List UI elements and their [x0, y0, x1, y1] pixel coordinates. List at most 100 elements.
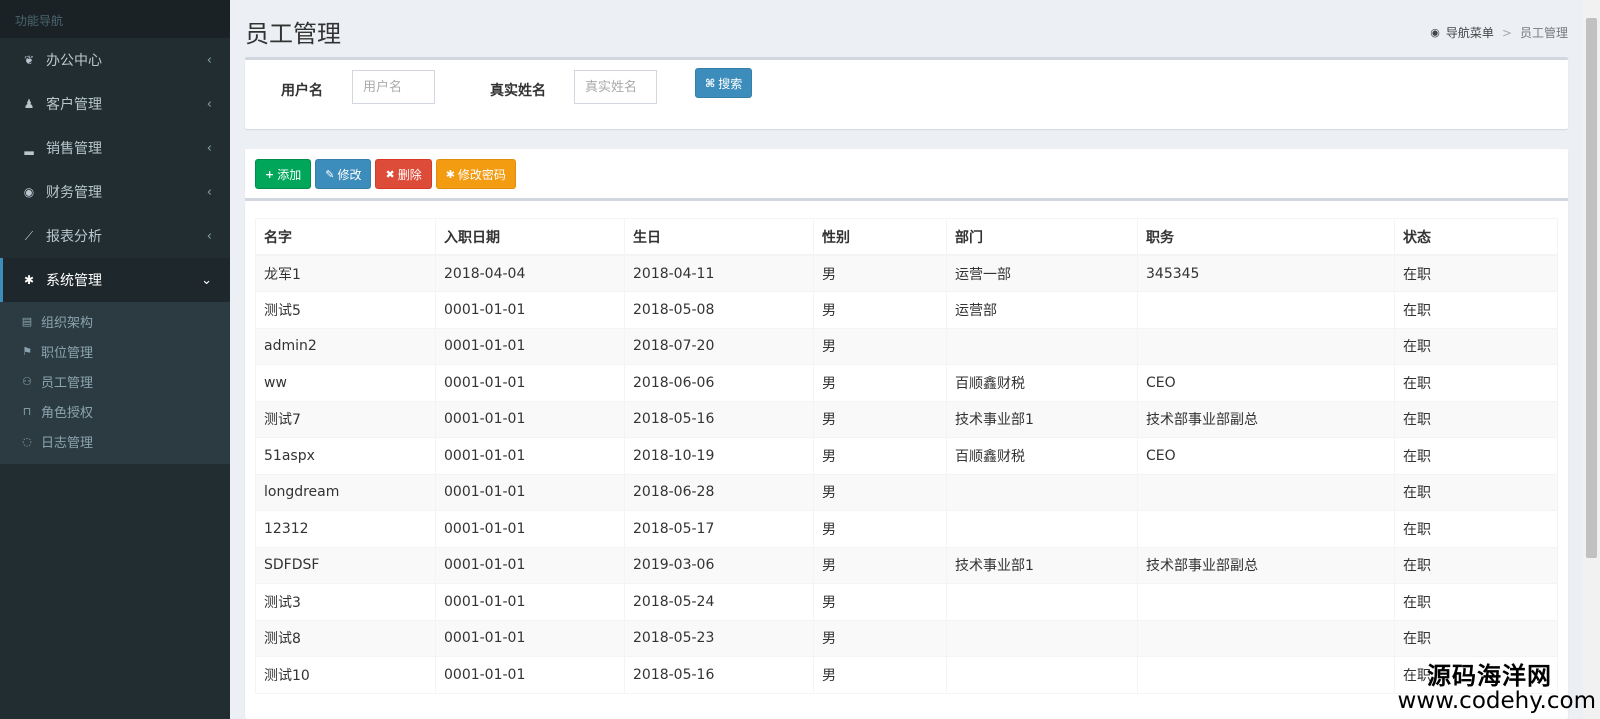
table-row[interactable]: SDFDSF 0001-01-01 2019-03-06 男技术事业部1 技术部事业部副…	[255, 546, 1558, 584]
table-row[interactable]: 测试3 0001-01-01 2018-05-24 男 在职	[255, 583, 1558, 621]
table-cell: 运营一部	[946, 254, 1138, 292]
table-cell: 男	[813, 437, 947, 475]
line-chart-icon: ⟋	[24, 228, 34, 243]
table-cell: 技术部事业部副总	[1137, 546, 1395, 584]
chevron-icon: ‹	[206, 184, 212, 200]
plus-icon: +	[265, 167, 275, 181]
table-cell: 2018-05-24	[624, 583, 814, 621]
table-cell	[1137, 619, 1395, 657]
table-row[interactable]: ww 0001-01-01 2018-06-06 男百顺鑫财税 CEO 在职	[255, 364, 1558, 402]
search-button-label: 搜索	[718, 76, 743, 91]
breadcrumb-root-link[interactable]: 导航菜单	[1446, 24, 1494, 41]
page-scrollbar[interactable]	[1583, 0, 1600, 719]
comment-icon: ◌	[22, 434, 32, 448]
table-row[interactable]: 测试7 0001-01-01 2018-05-16 男技术事业部1 技术部事业部副总 在职	[255, 400, 1558, 438]
submenu-item-1[interactable]: ⚑ 职位管理	[0, 336, 230, 366]
close-icon: ✖	[385, 167, 395, 181]
sidebar-item-1[interactable]: ♟ 客户管理 ‹	[0, 82, 230, 126]
table-cell: 男	[813, 656, 947, 694]
sidebar-item-4[interactable]: ⟋ 报表分析 ‹	[0, 214, 230, 258]
table-cell: 12312	[255, 510, 436, 548]
table-cell: 在职	[1394, 510, 1558, 548]
submenu-item-label: 日志管理	[41, 435, 94, 451]
table-cell	[1137, 583, 1395, 621]
chevron-icon: ‹	[206, 52, 212, 68]
add-button[interactable]: + 添加	[255, 159, 312, 189]
delete-button[interactable]: ✖ 删除	[375, 159, 432, 189]
table-row[interactable]: 测试10 0001-01-01 2018-05-16 男在职	[255, 656, 1558, 694]
column-header[interactable]: 性别	[813, 218, 947, 256]
table-cell: 在职	[1394, 364, 1558, 402]
table-cell: 2018-05-17	[624, 510, 814, 548]
column-header[interactable]: 职务	[1137, 218, 1395, 256]
column-header[interactable]: 生日	[624, 218, 814, 256]
table-cell: 345345	[1137, 254, 1395, 292]
table-header-row: 名字 入职日期 生日 性别 部门 职务 状态	[255, 218, 1558, 256]
change-password-button-label: 修改密码	[457, 167, 506, 182]
edit-button-label: 修改	[337, 167, 362, 182]
column-header[interactable]: 状态	[1394, 218, 1558, 256]
sidebar-item-2[interactable]: ▂ 销售管理 ‹	[0, 126, 230, 170]
table-cell	[946, 510, 1138, 548]
submenu-item-0[interactable]: ▤ 组织架构	[0, 306, 230, 336]
binoculars-icon: ⌘	[705, 76, 716, 90]
table-row[interactable]: longdream 0001-01-01 2018-06-28 男 在职	[255, 473, 1558, 511]
table-cell: 测试5	[255, 291, 436, 329]
scrollbar-thumb[interactable]	[1586, 18, 1597, 558]
table-wrapper: 名字 入职日期 生日 性别 部门 职务 状态 龙军1 2018-04-04 2018-04-11…	[245, 201, 1568, 694]
table-row[interactable]: admin2 0001-01-01 2018-07-20 男 在职	[255, 327, 1558, 365]
table-cell: 0001-01-01	[435, 546, 625, 584]
table-cell: 在职	[1394, 437, 1558, 475]
table-cell	[946, 473, 1138, 511]
column-header[interactable]: 入职日期	[435, 218, 625, 256]
column-header[interactable]: 名字	[255, 218, 436, 256]
table-cell	[1137, 291, 1395, 329]
table-cell: ww	[255, 364, 436, 402]
table-row[interactable]: 测试5 0001-01-01 2018-05-08 男运营部 在职	[255, 291, 1558, 329]
table-row[interactable]: 12312 0001-01-01 2018-05-17 男 在职	[255, 510, 1558, 548]
table-cell: 测试3	[255, 583, 436, 621]
chevron-icon: ‹	[206, 140, 212, 156]
table-cell: 运营部	[946, 291, 1138, 329]
table-cell: 男	[813, 583, 947, 621]
table-cell: 0001-01-01	[435, 400, 625, 438]
table-cell: 在职	[1394, 327, 1558, 365]
lock-icon: ⊓	[22, 404, 32, 418]
submenu-item-4[interactable]: ◌ 日志管理	[0, 426, 230, 456]
sidebar: 功能导航 ❦ 办公中心 ‹ ♟ 客户管理 ‹ ▂ 销售管理 ‹ ◉ 财务管理 ‹ ⟋ 报表分析 ‹ ✱ 系统管理…	[0, 0, 230, 719]
chevron-icon: ⌄	[201, 272, 212, 288]
watermark-url: www.codehy.com	[1397, 687, 1596, 714]
sidebar-item-0[interactable]: ❦ 办公中心 ‹	[0, 38, 230, 82]
table-cell: 测试8	[255, 619, 436, 657]
change-password-button[interactable]: ✱ 修改密码	[435, 159, 516, 189]
realname-input[interactable]	[574, 70, 657, 104]
table-cell: 2018-05-23	[624, 619, 814, 657]
submenu-item-3[interactable]: ⊓ 角色授权	[0, 396, 230, 426]
edit-button[interactable]: ✎ 修改	[315, 159, 372, 189]
sidebar-item-3[interactable]: ◉ 财务管理 ‹	[0, 170, 230, 214]
table-cell: 在职	[1394, 546, 1558, 584]
search-button[interactable]: ⌘ 搜索	[695, 68, 753, 98]
table-cell: 2018-07-20	[624, 327, 814, 365]
table-cell	[1137, 473, 1395, 511]
table-cell: 0001-01-01	[435, 473, 625, 511]
submenu-item-2[interactable]: ⚇ 员工管理	[0, 366, 230, 396]
table-row[interactable]: 测试8 0001-01-01 2018-05-23 男 在职	[255, 619, 1558, 657]
column-header[interactable]: 部门	[946, 218, 1138, 256]
page-header: 员工管理 ◉ 导航菜单 > 员工管理	[245, 0, 1568, 57]
table-cell: 2018-05-08	[624, 291, 814, 329]
page-title: 员工管理	[245, 20, 341, 48]
sidebar-item-label: 办公中心	[46, 53, 102, 69]
leaf-icon: ❦	[23, 53, 35, 67]
table-cell: 百顺鑫财税	[946, 364, 1138, 402]
username-input[interactable]	[352, 70, 435, 104]
table-row[interactable]: 51aspx 0001-01-01 2018-10-19 男百顺鑫财税 CEO 在职	[255, 437, 1558, 475]
toolbar: + 添加 ✎ 修改 ✖ 删除 ✱ 修改密码	[245, 149, 1568, 201]
employee-list-panel: + 添加 ✎ 修改 ✖ 删除 ✱ 修改密码 名字 入职日期 生日 性别 部门 职务 状态	[245, 149, 1568, 719]
table-row[interactable]: 龙军1 2018-04-04 2018-04-11 男运营一部 345345 在职	[255, 254, 1558, 292]
search-panel: 用户名 真实姓名 ⌘ 搜索	[245, 57, 1568, 129]
table-cell: 0001-01-01	[435, 510, 625, 548]
username-label: 用户名	[281, 83, 323, 99]
table-cell: 0001-01-01	[435, 327, 625, 365]
sidebar-item-5[interactable]: ✱ 系统管理 ⌄	[0, 258, 230, 302]
